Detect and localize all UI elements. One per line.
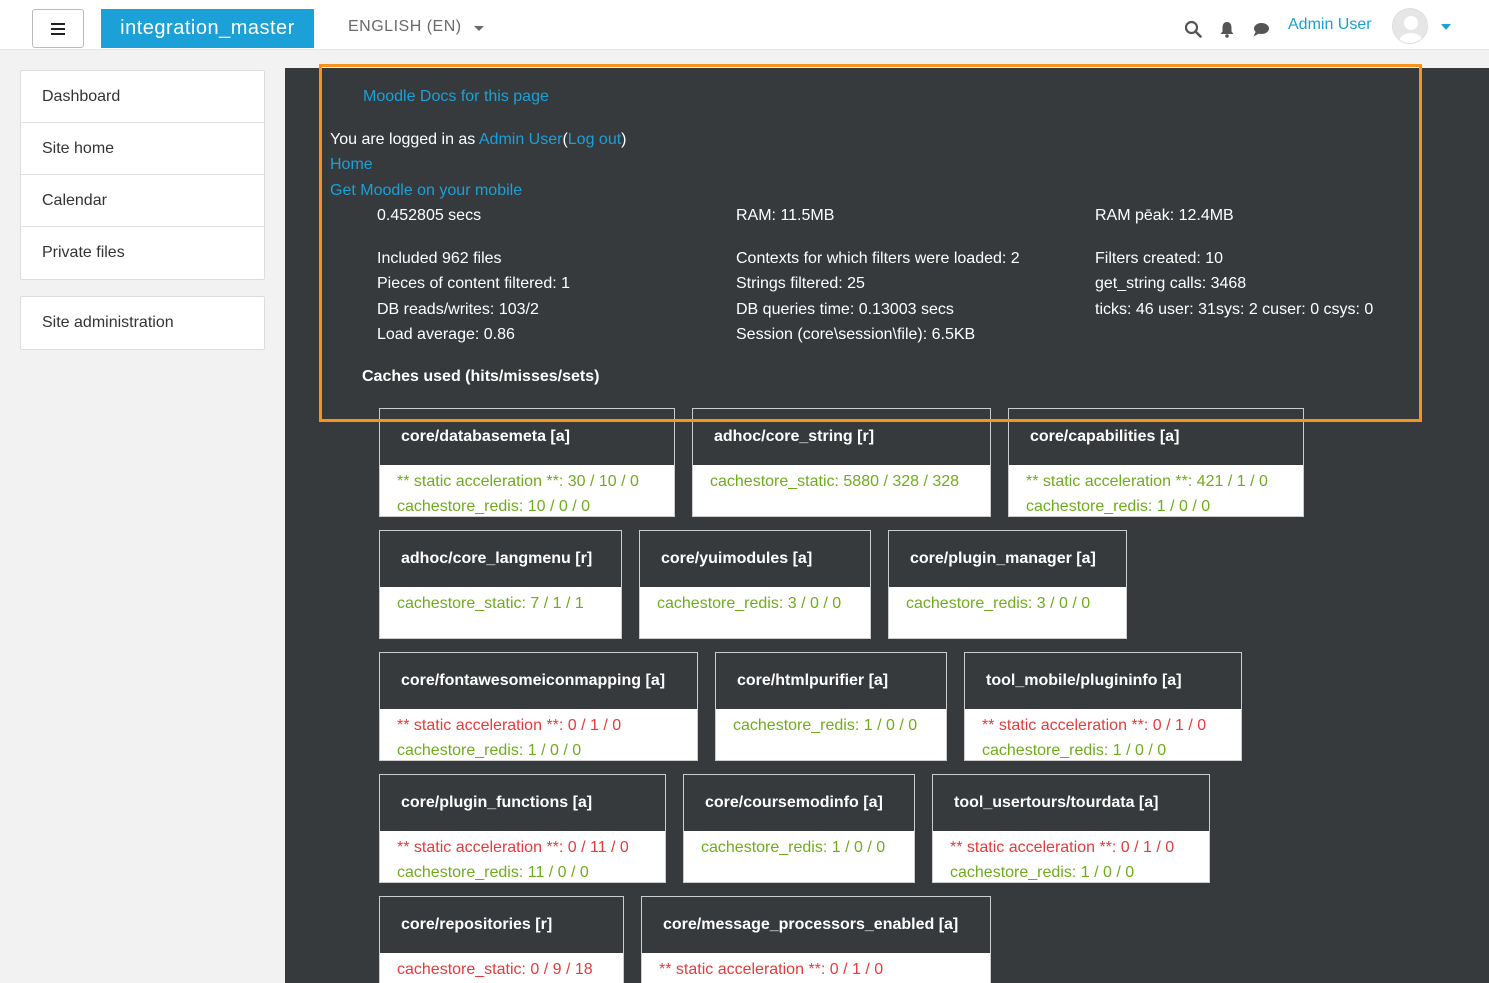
user-menu-name[interactable]: Admin User: [1288, 16, 1372, 34]
perf-ram-peak: RAM pēak: 12.4MB: [1095, 207, 1234, 224]
cache-card: core/message_processors_enabled [a] ** s…: [641, 896, 991, 983]
language-menu[interactable]: ENGLISH (EN): [348, 18, 484, 36]
sidebar-item-dashboard[interactable]: Dashboard: [21, 71, 264, 123]
cache-name: tool_usertours/tourdata [a]: [933, 775, 1209, 831]
cache-name: core/databasemeta [a]: [380, 409, 674, 465]
cache-name: core/yuimodules [a]: [640, 531, 870, 587]
caret-down-icon: [473, 25, 484, 31]
cache-card: adhoc/core_langmenu [r] cachestore_stati…: [379, 530, 622, 639]
cache-name: tool_mobile/plugininfo [a]: [965, 653, 1241, 709]
cache-stat: cachestore_redis: 1 / 0 / 0: [733, 717, 918, 734]
cache-name: core/plugin_functions [a]: [380, 775, 665, 831]
cache-card: core/coursemodinfo [a] cachestore_redis:…: [683, 774, 915, 883]
chat-icon[interactable]: [1252, 20, 1270, 38]
drawer-toggle-button[interactable]: [32, 9, 84, 48]
cache-card: core/htmlpurifier [a] cachestore_redis: …: [715, 652, 947, 761]
search-icon[interactable]: [1184, 20, 1202, 38]
perf-filters-created: Filters created: 10: [1095, 250, 1224, 267]
cache-stat: cachestore_static: 7 / 1 / 1: [397, 595, 584, 612]
cache-name: core/plugin_manager [a]: [889, 531, 1126, 587]
home-link[interactable]: Home: [330, 156, 373, 174]
cache-stat: cachestore_redis: 3 / 0 / 0: [657, 595, 842, 612]
cache-stat: ** static acceleration **: 0 / 1 / 0: [982, 717, 1207, 734]
moodle-docs-link[interactable]: Moodle Docs for this page: [363, 88, 549, 106]
cache-stat: cachestore_redis: 1 / 0 / 0: [950, 864, 1135, 881]
cache-stat: ** static acceleration **: 421 / 1 / 0: [1026, 473, 1268, 490]
bell-icon[interactable]: [1218, 20, 1236, 38]
caches-title: Caches used (hits/misses/sets): [362, 368, 600, 385]
sidebar-item-private-files[interactable]: Private files: [21, 227, 264, 279]
menu-icon: [51, 22, 65, 35]
cache-card: adhoc/core_string [r] cachestore_static:…: [692, 408, 991, 517]
cache-stat: ** static acceleration **: 0 / 1 / 0: [659, 961, 884, 978]
avatar-icon[interactable]: [1392, 8, 1428, 44]
cache-stat: ** static acceleration **: 0 / 11 / 0: [397, 839, 629, 856]
sidebar-item-calendar[interactable]: Calendar: [21, 175, 264, 227]
cache-card: core/yuimodules [a] cachestore_redis: 3 …: [639, 530, 871, 639]
cache-name: core/capabilities [a]: [1009, 409, 1303, 465]
cache-stat: ** static acceleration **: 0 / 1 / 0: [397, 717, 622, 734]
perf-session: Session (core\session\file): 6.5KB: [736, 326, 976, 343]
cache-name: core/repositories [r]: [380, 897, 623, 953]
cache-name: core/message_processors_enabled [a]: [642, 897, 990, 953]
perf-get-string-calls: get_string calls: 3468: [1095, 275, 1247, 292]
perf-ticks: ticks: 46 user: 31sys: 2 cuser: 0 csys: …: [1095, 301, 1374, 318]
mobile-app-link[interactable]: Get Moodle on your mobile: [330, 182, 522, 200]
login-info-prefix: You are logged in as: [330, 131, 476, 148]
close-paren: ): [621, 131, 627, 148]
cache-card: core/fontawesomeiconmapping [a] ** stati…: [379, 652, 698, 761]
cache-card: core/repositories [r] cachestore_static:…: [379, 896, 624, 983]
cache-stat: ** static acceleration **: 30 / 10 / 0: [397, 473, 639, 490]
cache-card: tool_mobile/plugininfo [a] ** static acc…: [964, 652, 1242, 761]
site-brand[interactable]: integration_master: [101, 9, 314, 48]
perf-strings-filtered: Strings filtered: 25: [736, 275, 865, 292]
cache-card: tool_usertours/tourdata [a] ** static ac…: [932, 774, 1210, 883]
perf-db-reads-writes: DB reads/writes: 103/2: [377, 301, 539, 318]
nav-drawer-admin: Site administration: [20, 296, 265, 350]
top-navbar: integration_master ENGLISH (EN) Admin Us…: [0, 0, 1489, 50]
language-label: ENGLISH (EN): [348, 18, 462, 35]
cache-stat: cachestore_redis: 10 / 0 / 0: [397, 498, 590, 515]
sidebar-item-site-home[interactable]: Site home: [21, 123, 264, 175]
cache-card: core/plugin_manager [a] cachestore_redis…: [888, 530, 1127, 639]
login-info: You are logged in as Admin User(Log out): [330, 131, 627, 149]
nav-drawer: Dashboard Site home Calendar Private fil…: [20, 70, 265, 280]
cache-stat: cachestore_static: 0 / 9 / 18: [397, 961, 593, 978]
perf-content-filtered: Pieces of content filtered: 1: [377, 275, 570, 292]
cache-stat: cachestore_redis: 1 / 0 / 0: [701, 839, 886, 856]
perf-time: 0.452805 secs: [377, 207, 482, 224]
logged-in-user-link[interactable]: Admin User: [479, 131, 563, 148]
perf-ram: RAM: 11.5MB: [736, 207, 835, 224]
cache-name: adhoc/core_string [r]: [693, 409, 990, 465]
perf-db-queries-time: DB queries time: 0.13003 secs: [736, 301, 954, 318]
perf-included-files: Included 962 files: [377, 250, 502, 267]
logout-link[interactable]: Log out: [568, 131, 621, 148]
cache-stat: ** static acceleration **: 0 / 1 / 0: [950, 839, 1175, 856]
caret-down-icon[interactable]: [1441, 24, 1451, 30]
cache-stat: cachestore_static: 5880 / 328 / 328: [710, 473, 960, 490]
cache-name: core/coursemodinfo [a]: [684, 775, 914, 831]
cache-card: core/databasemeta [a] ** static accelera…: [379, 408, 675, 517]
cache-stat: cachestore_redis: 11 / 0 / 0: [397, 864, 589, 881]
cache-stat: cachestore_redis: 3 / 0 / 0: [906, 595, 1091, 612]
sidebar-item-site-administration[interactable]: Site administration: [21, 297, 264, 349]
cache-name: core/htmlpurifier [a]: [716, 653, 946, 709]
cache-name: adhoc/core_langmenu [r]: [380, 531, 621, 587]
cache-card: core/plugin_functions [a] ** static acce…: [379, 774, 666, 883]
perf-contexts: Contexts for which filters were loaded: …: [736, 250, 1020, 267]
cache-name: core/fontawesomeiconmapping [a]: [380, 653, 697, 709]
cache-stat: cachestore_redis: 1 / 0 / 0: [982, 742, 1167, 759]
cache-stat: cachestore_redis: 1 / 0 / 0: [1026, 498, 1211, 515]
perf-load-average: Load average: 0.86: [377, 326, 515, 343]
cache-card: core/capabilities [a] ** static accelera…: [1008, 408, 1304, 517]
cache-stat: cachestore_redis: 1 / 0 / 0: [397, 742, 582, 759]
